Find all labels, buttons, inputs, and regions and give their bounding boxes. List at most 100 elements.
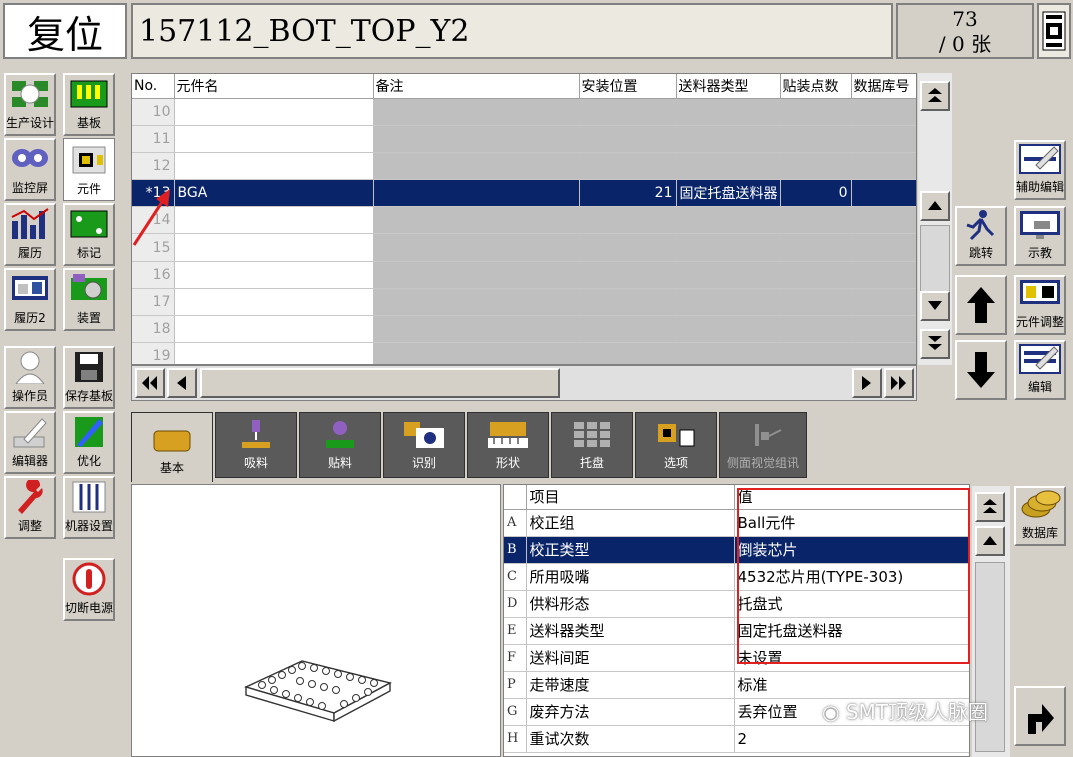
- feeder-type-cell[interactable]: [676, 125, 781, 153]
- note-cell[interactable]: [373, 315, 580, 344]
- table-row[interactable]: *13 BGA 21 固定托盘送料器 0: [132, 179, 916, 208]
- move-up-button[interactable]: [955, 275, 1007, 335]
- aux-edit-button[interactable]: 辅助编辑: [1014, 140, 1066, 200]
- table-row[interactable]: 18: [132, 315, 916, 344]
- tab-mount[interactable]: 贴料: [299, 412, 381, 478]
- grid-horizontal-scrollbar[interactable]: [131, 365, 917, 401]
- position-cell[interactable]: [579, 261, 677, 289]
- prop-item[interactable]: 重试次数: [526, 725, 735, 753]
- row-number[interactable]: 11: [132, 125, 175, 153]
- prop-item[interactable]: 送料间距: [526, 644, 735, 672]
- nav-device[interactable]: 装置: [63, 268, 115, 331]
- prop-item[interactable]: 走带速度: [526, 671, 735, 699]
- return-button[interactable]: [1014, 686, 1066, 746]
- component-name-cell[interactable]: [174, 206, 374, 235]
- nav-history[interactable]: 履历: [4, 203, 56, 266]
- prop-item[interactable]: 送料器类型: [526, 617, 735, 645]
- component-name-cell[interactable]: [174, 342, 374, 364]
- row-number[interactable]: 16: [132, 261, 175, 289]
- prop-key[interactable]: D: [504, 590, 527, 618]
- table-row[interactable]: 12: [132, 152, 916, 181]
- scroll-left-button[interactable]: [167, 368, 197, 398]
- nav-editor[interactable]: 编辑器: [4, 411, 56, 474]
- position-cell[interactable]: [579, 233, 677, 262]
- prop-item[interactable]: 供料形态: [526, 590, 735, 618]
- feeder-type-cell[interactable]: 固定托盘送料器: [676, 179, 781, 208]
- scroll-first-button[interactable]: [135, 368, 165, 398]
- col-points[interactable]: 贴装点数: [780, 74, 852, 99]
- prop-row[interactable]: H 重试次数 2: [504, 725, 969, 753]
- table-row[interactable]: 10: [132, 98, 916, 126]
- scroll-top-button[interactable]: [920, 81, 950, 111]
- prop-key[interactable]: B: [504, 536, 527, 564]
- component-name-cell[interactable]: [174, 98, 374, 126]
- position-cell[interactable]: [579, 206, 677, 235]
- col-db[interactable]: 数据库号: [851, 74, 916, 99]
- prop-row[interactable]: P 走带速度 标准: [504, 671, 969, 699]
- nav-monitor[interactable]: 监控屏: [4, 138, 56, 201]
- note-cell[interactable]: [373, 152, 580, 181]
- feeder-type-cell[interactable]: [676, 206, 781, 235]
- table-row[interactable]: 19: [132, 342, 916, 364]
- reset-button[interactable]: 复位: [3, 3, 127, 59]
- points-cell[interactable]: [780, 98, 852, 126]
- component-name-cell[interactable]: [174, 315, 374, 344]
- row-number[interactable]: 18: [132, 315, 175, 344]
- db-cell[interactable]: [851, 233, 916, 262]
- prop-item[interactable]: 校正类型: [526, 536, 735, 564]
- grid-vertical-scrollbar[interactable]: [918, 73, 952, 365]
- prop-col-item[interactable]: 项目: [526, 485, 735, 510]
- points-cell[interactable]: [780, 315, 852, 344]
- nav-component[interactable]: 元件: [63, 138, 115, 201]
- db-cell[interactable]: [851, 125, 916, 153]
- note-cell[interactable]: [373, 179, 580, 208]
- note-cell[interactable]: [373, 233, 580, 262]
- table-row[interactable]: 16: [132, 261, 916, 289]
- teach-button[interactable]: 示教: [1014, 206, 1066, 266]
- feeder-type-cell[interactable]: [676, 233, 781, 262]
- row-number[interactable]: 12: [132, 152, 175, 181]
- position-cell[interactable]: [579, 152, 677, 181]
- points-cell[interactable]: 0: [780, 179, 852, 208]
- db-cell[interactable]: [851, 261, 916, 289]
- note-cell[interactable]: [373, 206, 580, 235]
- tab-side-vision[interactable]: 侧面视觉组讯: [719, 412, 807, 478]
- component-name-cell[interactable]: [174, 261, 374, 289]
- component-name-cell[interactable]: [174, 125, 374, 153]
- table-row[interactable]: 14: [132, 206, 916, 235]
- nav-power-off[interactable]: 切断电源: [63, 558, 115, 621]
- tab-pickup[interactable]: 吸料: [215, 412, 297, 478]
- database-button[interactable]: 数据库: [1014, 486, 1066, 546]
- tab-shape[interactable]: 形状: [467, 412, 549, 478]
- prop-key[interactable]: C: [504, 563, 527, 591]
- position-cell[interactable]: [579, 288, 677, 317]
- points-cell[interactable]: [780, 261, 852, 289]
- note-cell[interactable]: [373, 98, 580, 126]
- table-row[interactable]: 11: [132, 125, 916, 153]
- prop-key[interactable]: P: [504, 671, 527, 699]
- feeder-type-cell[interactable]: [676, 288, 781, 317]
- prop-item[interactable]: 所用吸嘴: [526, 563, 735, 591]
- points-cell[interactable]: [780, 233, 852, 262]
- feeder-type-cell[interactable]: [676, 261, 781, 289]
- prop-value[interactable]: 2: [734, 725, 969, 753]
- camera-button[interactable]: [1037, 3, 1071, 59]
- position-cell[interactable]: [579, 125, 677, 153]
- row-number[interactable]: 19: [132, 342, 175, 364]
- feeder-type-cell[interactable]: [676, 152, 781, 181]
- points-cell[interactable]: [780, 288, 852, 317]
- prop-item[interactable]: 校正组: [526, 509, 735, 537]
- col-name[interactable]: 元件名: [174, 74, 374, 99]
- component-name-cell[interactable]: [174, 152, 374, 181]
- prop-key[interactable]: G: [504, 698, 527, 726]
- nav-save-board[interactable]: 保存基板: [63, 346, 115, 409]
- component-name-cell[interactable]: [174, 288, 374, 317]
- prop-key[interactable]: F: [504, 644, 527, 672]
- db-cell[interactable]: [851, 98, 916, 126]
- feeder-type-cell[interactable]: [676, 98, 781, 126]
- prop-key[interactable]: A: [504, 509, 527, 537]
- prop-scroll-top-button[interactable]: [975, 492, 1005, 522]
- db-cell[interactable]: [851, 179, 916, 208]
- nav-history2[interactable]: 履历2: [4, 268, 56, 331]
- nav-operator[interactable]: 操作员: [4, 346, 56, 409]
